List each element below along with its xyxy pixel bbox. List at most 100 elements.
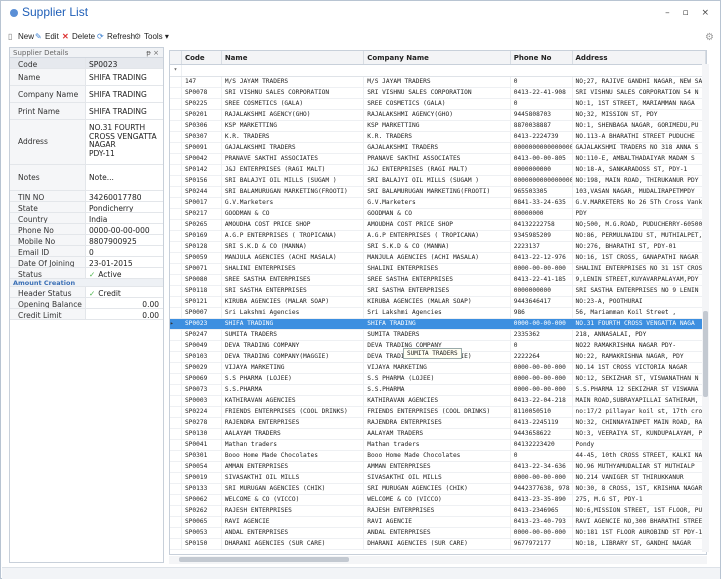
table-cell: SP0201	[182, 110, 222, 120]
window-controls[interactable]: – ▫ ×	[665, 8, 714, 18]
table-row[interactable]: SP0041 Mathan traders Mathan traders 041322…	[170, 440, 706, 451]
cell-tooltip: SUMITA TRADERS	[403, 348, 462, 359]
table-cell: SUMITA TRADERS	[364, 330, 511, 340]
print-value[interactable]: SHIFA TRADING	[86, 103, 163, 119]
table-row[interactable]: SP0265 AMOUDHA COST PRICE SHOP AMOUDHA COS…	[170, 220, 706, 231]
table-row[interactable]: SP0017 G.V.Marketers G.V.Marketers 0841-33-…	[170, 198, 706, 209]
table-row[interactable]: 147 M/S JAYAM TRADERS M/S JAYAM TRADERS 0 NO…	[170, 77, 706, 88]
notes-value[interactable]: Note...	[86, 165, 163, 190]
table-row[interactable]: SP0301 Booo Home Made Chocolates Booo Home…	[170, 451, 706, 462]
table-row[interactable]: SP0225 SREE COSMETICS (GALA) SREE COSMETIC…	[170, 99, 706, 110]
table-cell: SP0003	[182, 396, 222, 406]
table-cell: SP0306	[182, 121, 222, 131]
table-row[interactable]: SP0247 SUMITA TRADERS SUMITA TRADERS 233536…	[170, 330, 706, 341]
name-value[interactable]: SHIFA TRADING	[86, 69, 163, 85]
state-value[interactable]: Pondicherry	[86, 202, 163, 212]
tin-value[interactable]: 34260017780	[86, 191, 163, 201]
doj-value[interactable]: 23-01-2015	[86, 257, 163, 267]
column-header-address[interactable]: Address	[573, 51, 706, 64]
table-row[interactable]: SP0073 S.S.PHARMA S.S.PHARMA 0000-00-00-000…	[170, 385, 706, 396]
table-row[interactable]: SP0059 MANJULA AGENCIES (ACHI MASALA) MANJ…	[170, 253, 706, 264]
table-cell: NO:12, SEKIZHAR ST, VISWANATHAN N	[573, 374, 706, 384]
table-cell: WELCOME & CO (VICCO)	[222, 495, 365, 505]
table-cell: AMOUDHA COST PRICE SHOP	[222, 220, 365, 230]
table-cell: K.R. TRADERS	[222, 132, 365, 142]
refresh-button[interactable]: ⟳ Refresh	[97, 31, 135, 43]
table-cell: SHIFA TRADING	[364, 319, 511, 329]
table-row[interactable]: SP0169 A.G.P ENTERPRISES ( TROPICANA) A.G.…	[170, 231, 706, 242]
table-row[interactable]: SP0130 AALAYAM TRADERS AALAYAM TRADERS 9443…	[170, 429, 706, 440]
mobile-value[interactable]: 8807900925	[86, 235, 163, 245]
column-header-code[interactable]: Code	[182, 51, 222, 64]
opening-balance-row: Opening Balance 0.00	[10, 298, 163, 309]
opening-balance-value[interactable]: 0.00	[86, 298, 163, 308]
status-row: Status ✓ Active	[10, 268, 163, 279]
column-header-phone[interactable]: Phone No	[511, 51, 573, 64]
table-row[interactable]: SP0307 K.R. TRADERS K.R. TRADERS 0413-22247…	[170, 132, 706, 143]
credit-limit-value[interactable]: 0.00	[86, 309, 163, 319]
table-row[interactable]: SP0069 S.S PHARMA (LOJEE) S.S PHARMA (LOJE…	[170, 374, 706, 385]
table-row[interactable]: SP0078 SRI VISHNU SALES CORPORATION SRI VI…	[170, 88, 706, 99]
table-row[interactable]: SP0053 ANDAL ENTERPRISES ANDAL ENTERPRISES…	[170, 528, 706, 539]
table-row[interactable]: SP0244 SRI BALAMURUGAN MARKETING(FROOTI) S…	[170, 187, 706, 198]
table-row[interactable]: SP0128 SRI S.K.D & CO (MANNA) SRI S.K.D & …	[170, 242, 706, 253]
table-row[interactable]: ▸ SP0023 SHIFA TRADING SHIFA TRADING 0000-00…	[170, 319, 706, 330]
pin-icon[interactable]: ᵽ ×	[146, 48, 159, 58]
settings-gear-icon[interactable]: ⚙	[705, 32, 714, 43]
table-row[interactable]: SP0062 WELCOME & CO (VICCO) WELCOME & CO (…	[170, 495, 706, 506]
table-row[interactable]: SP0071 SHALINI ENTERPRISES SHALINI ENTERPR…	[170, 264, 706, 275]
column-header-company[interactable]: Company Name	[364, 51, 511, 64]
table-row[interactable]: SP0054 AMMAN ENTERPRISES AMMAN ENTERPRISES…	[170, 462, 706, 473]
table-row[interactable]: SP0201 RAJALAKSHMI AGENCY(GHO) RAJALAKSHMI…	[170, 110, 706, 121]
delete-button[interactable]: ✕ Delete	[62, 31, 95, 43]
table-cell: PRANAVE SAKTHI ASSOCIATES	[222, 154, 365, 164]
table-row[interactable]: SP0019 SIVASAKTHI OIL MILLS SIVASAKTHI OIL…	[170, 473, 706, 484]
new-button[interactable]: ▯ New	[8, 31, 34, 43]
table-cell: G.V.Marketers	[222, 198, 365, 208]
check-icon: ✓	[89, 270, 96, 278]
horizontal-scrollbar[interactable]	[169, 556, 707, 564]
header-status-value[interactable]: ✓ Credit	[86, 287, 163, 297]
table-row[interactable]: SP0118 SRI SASTHA ENTERPRISES SRI SASTHA E…	[170, 286, 706, 297]
table-row[interactable]: SP0080 SREE SASTHA ENTERPRISES SREE SASTHA…	[170, 275, 706, 286]
tools-menu[interactable]: ⚙ Tools ▾	[134, 31, 169, 43]
table-row[interactable]: SP0029 VIJAYA MARKETING VIJAYA MARKETING 00…	[170, 363, 706, 374]
address-value[interactable]: NO.31 FOURTH CROSS VENGATTA NAGAR PDY-11	[86, 120, 163, 164]
table-row[interactable]: SP0065 RAVI AGENCIE RAVI AGENCIE 0413-23-40…	[170, 517, 706, 528]
horizontal-scroll-thumb[interactable]	[179, 557, 349, 562]
table-row[interactable]: SP0217 GOODMAN & CO GOODMAN & CO 00000000 PD…	[170, 209, 706, 220]
table-row[interactable]: SP0133 SRI MURUGAN AGENCIES (CHIK) SRI MUR…	[170, 484, 706, 495]
table-row[interactable]: SP0007 Sri Lakshmi Agencies Sri Lakshmi Ag…	[170, 308, 706, 319]
table-row[interactable]: SP0306 KSP MARKETTING KSP MARKETTING 887003…	[170, 121, 706, 132]
vertical-scroll-thumb[interactable]	[703, 311, 708, 397]
column-header-name[interactable]: Name	[222, 51, 365, 64]
table-row[interactable]: SP0042 PRANAVE SAKTHI ASSOCIATES PRANAVE S…	[170, 154, 706, 165]
code-value[interactable]: SP0023	[86, 58, 163, 68]
table-row[interactable]: SP0121 KIRUBA AGENCIES (MALAR SOAP) KIRUBA…	[170, 297, 706, 308]
country-value[interactable]: India	[86, 213, 163, 223]
row-indicator: ▸	[170, 319, 182, 329]
edit-button[interactable]: ✎ Edit	[35, 31, 59, 43]
status-value[interactable]: ✓ Active	[86, 268, 163, 278]
table-row[interactable]: SP0091 GAJALAKSHMI TRADERS GAJALAKSHMI TRA…	[170, 143, 706, 154]
table-row[interactable]: SP0142 J&J ENTERPRISES (RAGI MALT) J&J ENT…	[170, 165, 706, 176]
table-row[interactable]: SP0150 DHARANI AGENCIES (SUR CARE) DHARANI…	[170, 539, 706, 550]
table-row[interactable]: SP0278 RAJENDRA ENTERPRISES RAJENDRA ENTER…	[170, 418, 706, 429]
table-cell: NO:110-E, AMBALTHADAIYAR MADAM S	[573, 154, 706, 164]
table-cell: SP0118	[182, 286, 222, 296]
table-row[interactable]: SP0156 SRI BALAJYI OIL MILLS (SUGAM ) SRI …	[170, 176, 706, 187]
table-cell: GAJALAKSHMI TRADERS	[364, 143, 511, 153]
table-row[interactable]: SP0262 RAJESH ENTERPRISES RAJESH ENTERPRIS…	[170, 506, 706, 517]
phone-value[interactable]: 0000-00-00-000	[86, 224, 163, 234]
row-indicator	[170, 396, 182, 406]
company-value[interactable]: SHIFA TRADING	[86, 86, 163, 102]
table-row[interactable]: SP0003 KATHIRAVAN AGENCIES KATHIRAVAN AGEN…	[170, 396, 706, 407]
table-cell: NO:18-A, SANKARADOSS ST, PDY-1	[573, 165, 706, 175]
email-value[interactable]: 0	[86, 246, 163, 256]
filter-row[interactable]: ▾	[170, 65, 706, 77]
table-cell: SP0071	[182, 264, 222, 274]
table-cell: K.R. TRADERS	[364, 132, 511, 142]
table-cell: SP0224	[182, 407, 222, 417]
table-row[interactable]: SP0224 FRIENDS ENTERPRISES (COOL DRINKS) F…	[170, 407, 706, 418]
vertical-scrollbar[interactable]	[702, 64, 709, 552]
